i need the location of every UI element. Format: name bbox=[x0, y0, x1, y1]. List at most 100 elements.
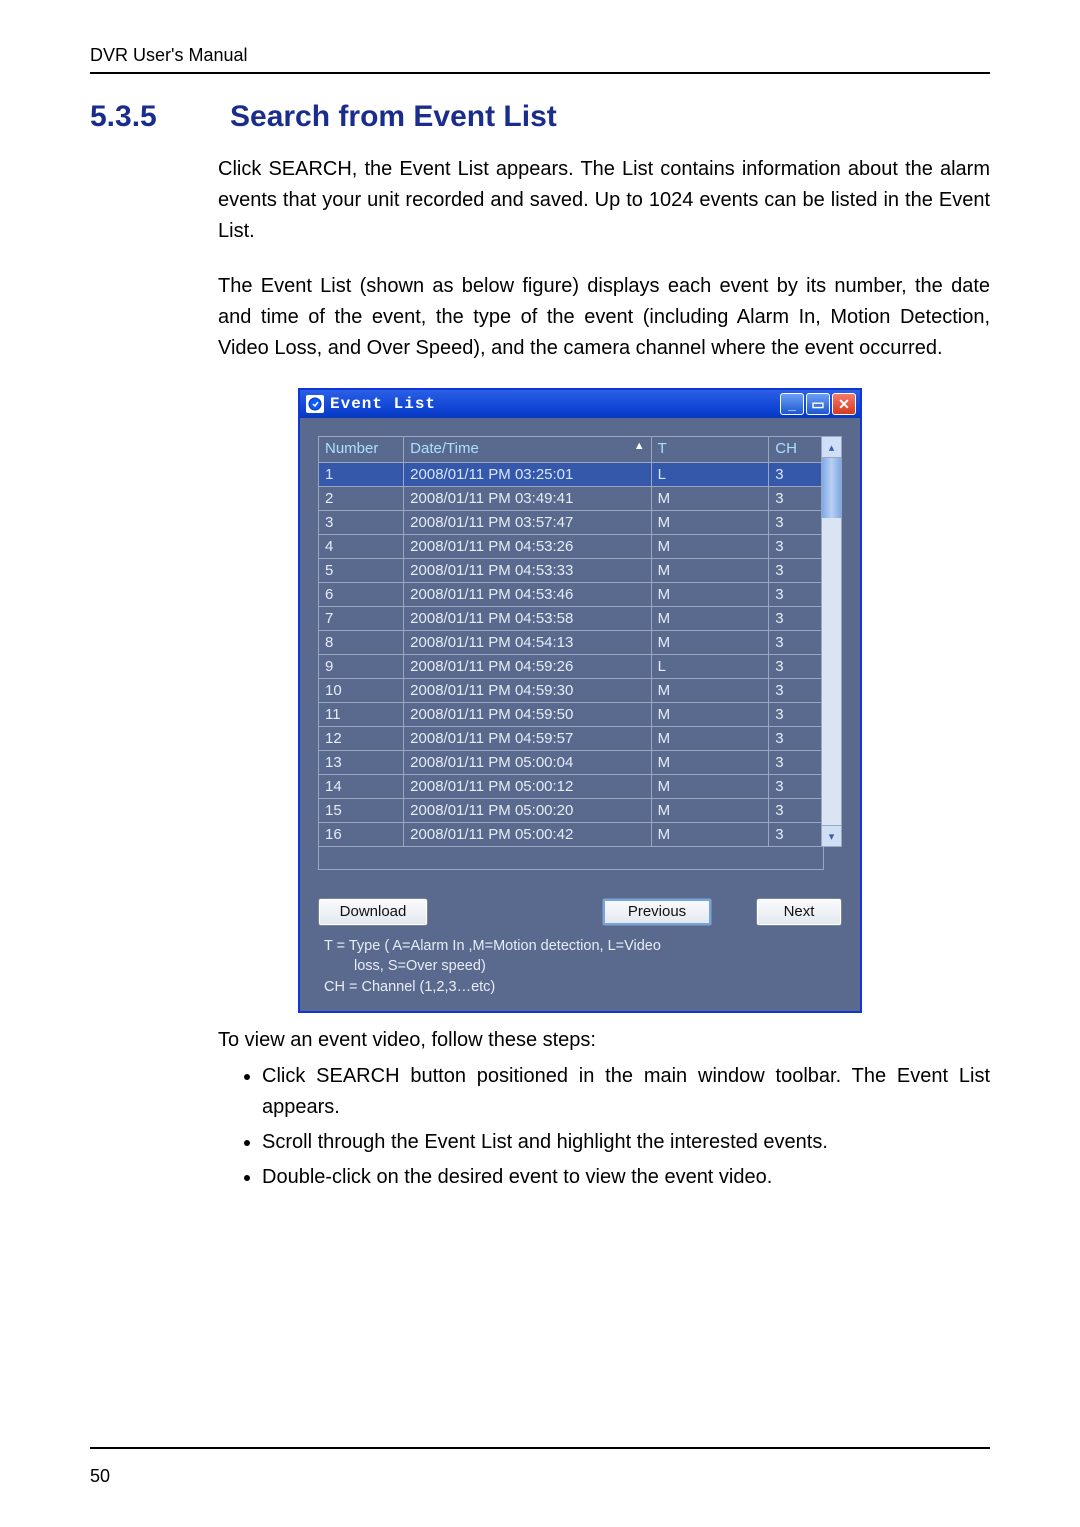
table-cell: M bbox=[651, 607, 769, 631]
table-cell: M bbox=[651, 823, 769, 847]
close-button[interactable]: ✕ bbox=[832, 393, 856, 415]
download-button[interactable]: Download bbox=[318, 898, 428, 926]
event-list-window-figure: Event List _ ▭ ✕ Number bbox=[298, 388, 990, 1013]
col-header-channel[interactable]: CH bbox=[769, 437, 822, 463]
table-row[interactable]: 52008/01/11 PM 04:53:33M3 bbox=[319, 559, 822, 583]
table-cell: M bbox=[651, 535, 769, 559]
paragraph-1: Click SEARCH, the Event List appears. Th… bbox=[218, 154, 990, 247]
legend-type-line: T = Type ( A=Alarm In ,M=Motion detectio… bbox=[324, 938, 661, 954]
sort-asc-icon: ▲ bbox=[634, 440, 645, 452]
table-cell: 2008/01/11 PM 03:49:41 bbox=[404, 487, 651, 511]
table-row[interactable]: 162008/01/11 PM 05:00:42M3 bbox=[319, 823, 822, 847]
table-row[interactable]: 42008/01/11 PM 04:53:26M3 bbox=[319, 535, 822, 559]
scroll-track[interactable] bbox=[822, 519, 841, 825]
table-cell: 2008/01/11 PM 04:59:50 bbox=[404, 703, 651, 727]
col-header-type[interactable]: T bbox=[651, 437, 769, 463]
table-cell: 2008/01/11 PM 04:53:26 bbox=[404, 535, 651, 559]
table-row[interactable]: 62008/01/11 PM 04:53:46M3 bbox=[319, 583, 822, 607]
table-row[interactable]: 152008/01/11 PM 05:00:20M3 bbox=[319, 799, 822, 823]
table-cell: 3 bbox=[769, 751, 822, 775]
scroll-up-button[interactable]: ▴ bbox=[822, 437, 841, 458]
table-cell: M bbox=[651, 775, 769, 799]
table-cell: 2008/01/11 PM 03:57:47 bbox=[404, 511, 651, 535]
legend-channel-line: CH = Channel (1,2,3…etc) bbox=[324, 979, 495, 995]
section-number: 5.3.5 bbox=[90, 100, 230, 134]
table-cell: 3 bbox=[769, 679, 822, 703]
table-row[interactable]: 102008/01/11 PM 04:59:30M3 bbox=[319, 679, 822, 703]
table-cell: 5 bbox=[319, 559, 404, 583]
manual-page: DVR User's Manual 5.3.5Search from Event… bbox=[0, 0, 1080, 1527]
table-cell: 2008/01/11 PM 05:00:20 bbox=[404, 799, 651, 823]
table-cell: 2008/01/11 PM 04:53:58 bbox=[404, 607, 651, 631]
button-row: Download Previous Next bbox=[318, 898, 842, 926]
previous-button[interactable]: Previous bbox=[602, 898, 712, 926]
table-cell: 9 bbox=[319, 655, 404, 679]
table-cell: 3 bbox=[769, 655, 822, 679]
table-cell: 4 bbox=[319, 535, 404, 559]
section-title: Search from Event List bbox=[230, 100, 557, 133]
table-scroll-wrap: Number Date/Time▲ T CH 12008/01/11 PM 03… bbox=[318, 436, 842, 847]
table-cell: L bbox=[651, 463, 769, 487]
header-rule bbox=[90, 72, 990, 74]
window-controls: _ ▭ ✕ bbox=[780, 393, 856, 415]
scroll-thumb[interactable] bbox=[822, 458, 841, 518]
minimize-button[interactable]: _ bbox=[780, 393, 804, 415]
table-cell: 3 bbox=[769, 799, 822, 823]
table-cell: 3 bbox=[769, 487, 822, 511]
table-cell: 6 bbox=[319, 583, 404, 607]
table-cell: 2008/01/11 PM 05:00:12 bbox=[404, 775, 651, 799]
col-header-number[interactable]: Number bbox=[319, 437, 404, 463]
table-row[interactable]: 12008/01/11 PM 03:25:01L3 bbox=[319, 463, 822, 487]
table-cell: M bbox=[651, 703, 769, 727]
maximize-button[interactable]: ▭ bbox=[806, 393, 830, 415]
table-cell: M bbox=[651, 751, 769, 775]
table-row[interactable]: 112008/01/11 PM 04:59:50M3 bbox=[319, 703, 822, 727]
table-cell: 2008/01/11 PM 04:59:30 bbox=[404, 679, 651, 703]
list-area: Number Date/Time▲ T CH 12008/01/11 PM 03… bbox=[300, 418, 860, 1011]
step-item: Scroll through the Event List and highli… bbox=[262, 1127, 990, 1158]
table-row[interactable]: 32008/01/11 PM 03:57:47M3 bbox=[319, 511, 822, 535]
table-row[interactable]: 22008/01/11 PM 03:49:41M3 bbox=[319, 487, 822, 511]
table-cell: M bbox=[651, 799, 769, 823]
steps-list: Click SEARCH button positioned in the ma… bbox=[238, 1061, 990, 1193]
step-item: Double-click on the desired event to vie… bbox=[262, 1162, 990, 1193]
table-cell: M bbox=[651, 511, 769, 535]
table-row[interactable]: 72008/01/11 PM 04:53:58M3 bbox=[319, 607, 822, 631]
table-row[interactable]: 122008/01/11 PM 04:59:57M3 bbox=[319, 727, 822, 751]
table-cell: 2008/01/11 PM 04:53:33 bbox=[404, 559, 651, 583]
table-cell: 2008/01/11 PM 05:00:04 bbox=[404, 751, 651, 775]
table-cell: 7 bbox=[319, 607, 404, 631]
table-row[interactable]: 92008/01/11 PM 04:59:26L3 bbox=[319, 655, 822, 679]
table-cell: L bbox=[651, 655, 769, 679]
table-row[interactable]: 82008/01/11 PM 04:54:13M3 bbox=[319, 631, 822, 655]
table-cell: M bbox=[651, 679, 769, 703]
footer-rule bbox=[90, 1447, 990, 1449]
table-cell: 16 bbox=[319, 823, 404, 847]
scroll-down-button[interactable]: ▾ bbox=[822, 825, 841, 846]
next-button[interactable]: Next bbox=[756, 898, 842, 926]
col-header-datetime[interactable]: Date/Time▲ bbox=[404, 437, 651, 463]
table-row[interactable]: 142008/01/11 PM 05:00:12M3 bbox=[319, 775, 822, 799]
table-cell: 15 bbox=[319, 799, 404, 823]
table-cell: 3 bbox=[769, 583, 822, 607]
table-cell: 12 bbox=[319, 727, 404, 751]
event-table[interactable]: Number Date/Time▲ T CH 12008/01/11 PM 03… bbox=[318, 436, 822, 847]
table-cell: 3 bbox=[769, 703, 822, 727]
table-cell: 3 bbox=[769, 607, 822, 631]
table-cell: 2008/01/11 PM 04:54:13 bbox=[404, 631, 651, 655]
table-cell: 8 bbox=[319, 631, 404, 655]
table-cell: 3 bbox=[319, 511, 404, 535]
table-cell: 3 bbox=[769, 511, 822, 535]
table-row[interactable]: 132008/01/11 PM 05:00:04M3 bbox=[319, 751, 822, 775]
table-cell: 3 bbox=[769, 535, 822, 559]
titlebar[interactable]: Event List _ ▭ ✕ bbox=[300, 390, 860, 418]
table-cell: 2008/01/11 PM 04:53:46 bbox=[404, 583, 651, 607]
vertical-scrollbar[interactable]: ▴ ▾ bbox=[822, 436, 842, 847]
table-cell: 14 bbox=[319, 775, 404, 799]
legend-type-line-cont: loss, S=Over speed) bbox=[324, 956, 842, 976]
event-list-window: Event List _ ▭ ✕ Number bbox=[298, 388, 862, 1013]
table-cell: M bbox=[651, 631, 769, 655]
legend-text: T = Type ( A=Alarm In ,M=Motion detectio… bbox=[318, 936, 842, 997]
table-cell: 10 bbox=[319, 679, 404, 703]
table-cell: 11 bbox=[319, 703, 404, 727]
